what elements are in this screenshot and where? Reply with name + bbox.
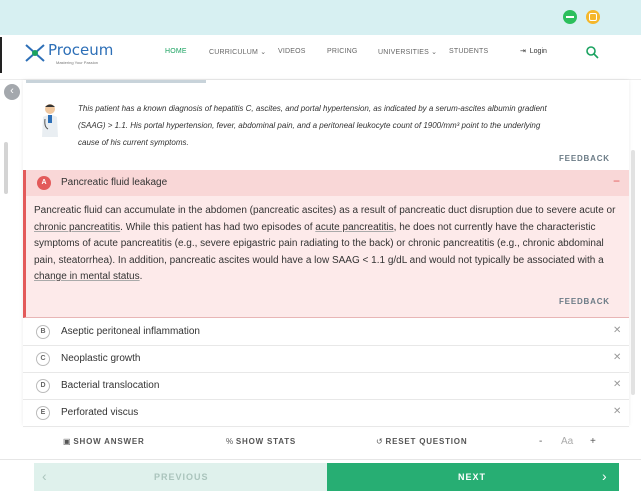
- option-letter: C: [36, 352, 50, 366]
- nav-videos[interactable]: VIDEOS: [278, 48, 306, 55]
- option-letter: E: [36, 406, 50, 420]
- option-b-row[interactable]: B Aseptic peritoneal inflammation ✕: [23, 319, 629, 346]
- eliminate-option-icon[interactable]: ✕: [613, 406, 621, 417]
- next-button[interactable]: NEXT ›: [327, 463, 619, 491]
- proceum-logo[interactable]: Proceum Mastering Your Passion: [24, 41, 124, 71]
- site-header: Proceum Mastering Your Passion HOME CURR…: [0, 35, 641, 80]
- logo-text: Proceum: [48, 41, 114, 59]
- option-a-row[interactable]: A Pancreatic fluid leakage: [23, 170, 629, 196]
- minimize-icon[interactable]: [563, 10, 577, 24]
- previous-button[interactable]: ‹ PREVIOUS: [34, 463, 327, 491]
- option-d-row[interactable]: D Bacterial translocation ✕: [23, 373, 629, 400]
- logo-tagline: Mastering Your Passion: [56, 60, 99, 65]
- link-change-in-mental-status[interactable]: change in mental status: [34, 271, 140, 282]
- footer-divider: [0, 459, 641, 460]
- nav-curriculum[interactable]: CURRICULUM ⌄: [209, 48, 266, 56]
- nav-pricing[interactable]: PRICING: [327, 48, 358, 55]
- option-letter: D: [36, 379, 50, 393]
- option-label: Pancreatic fluid leakage: [61, 177, 168, 188]
- answer-icon: ▣: [63, 437, 72, 446]
- tab-indicator: [26, 80, 206, 83]
- option-label: Aseptic peritoneal inflammation: [61, 326, 200, 337]
- option-label: Bacterial translocation: [61, 380, 160, 391]
- nav-home[interactable]: HOME: [165, 48, 187, 55]
- percent-icon: %: [226, 437, 234, 446]
- collapse-chevron-icon[interactable]: ‹: [4, 84, 20, 100]
- collapse-option-icon[interactable]: −: [613, 174, 620, 188]
- right-scrollbar[interactable]: [631, 150, 635, 395]
- option-label: Perforated viscus: [61, 407, 139, 418]
- doctor-avatar-icon: [42, 104, 58, 137]
- option-letter: B: [36, 325, 50, 339]
- eliminate-option-icon[interactable]: ✕: [613, 325, 621, 336]
- option-c-row[interactable]: C Neoplastic growth ✕: [23, 346, 629, 373]
- reset-question-button[interactable]: ↺ RESET QUESTION: [376, 437, 467, 446]
- eliminate-option-icon[interactable]: ✕: [613, 352, 621, 363]
- option-letter: A: [37, 176, 51, 190]
- show-stats-button[interactable]: % SHOW STATS: [226, 437, 296, 446]
- font-decrease-button[interactable]: -: [539, 436, 542, 447]
- link-acute-pancreatitis[interactable]: acute pancreatitis: [315, 222, 393, 233]
- reset-icon: ↺: [376, 437, 384, 446]
- browser-top-bar: [0, 0, 641, 35]
- login-icon: ⇥: [520, 48, 526, 55]
- logo-mark-icon: [25, 44, 45, 62]
- font-increase-button[interactable]: +: [590, 436, 596, 447]
- option-feedback-link[interactable]: FEEDBACK: [559, 297, 610, 306]
- link-chronic-pancreatitis[interactable]: chronic pancreatitis: [34, 222, 120, 233]
- option-a-explanation-text: Pancreatic fluid can accumulate in the a…: [34, 205, 616, 282]
- chevron-left-icon: ‹: [42, 468, 47, 484]
- nav-universities[interactable]: UNIVERSITIES ⌄: [378, 48, 437, 56]
- eliminate-option-icon[interactable]: ✕: [613, 379, 621, 390]
- option-label: Neoplastic growth: [61, 353, 141, 364]
- search-icon[interactable]: [585, 45, 599, 59]
- explanation-text: This patient has a known diagnosis of he…: [78, 104, 547, 147]
- explanation-feedback-link[interactable]: FEEDBACK: [559, 154, 610, 163]
- restore-icon[interactable]: [586, 10, 600, 24]
- previous-label: PREVIOUS: [154, 472, 209, 482]
- option-e-row[interactable]: E Perforated viscus ✕: [23, 400, 629, 427]
- header-edge: [0, 37, 2, 73]
- next-label: NEXT: [458, 472, 487, 482]
- left-scrollbar[interactable]: [4, 142, 8, 194]
- chevron-right-icon: ›: [602, 468, 607, 484]
- login-link[interactable]: ⇥ Login: [520, 47, 547, 55]
- font-size-label: Aa: [561, 436, 574, 447]
- nav-students[interactable]: STUDENTS: [449, 48, 488, 55]
- show-answer-button[interactable]: ▣ SHOW ANSWER: [63, 437, 145, 446]
